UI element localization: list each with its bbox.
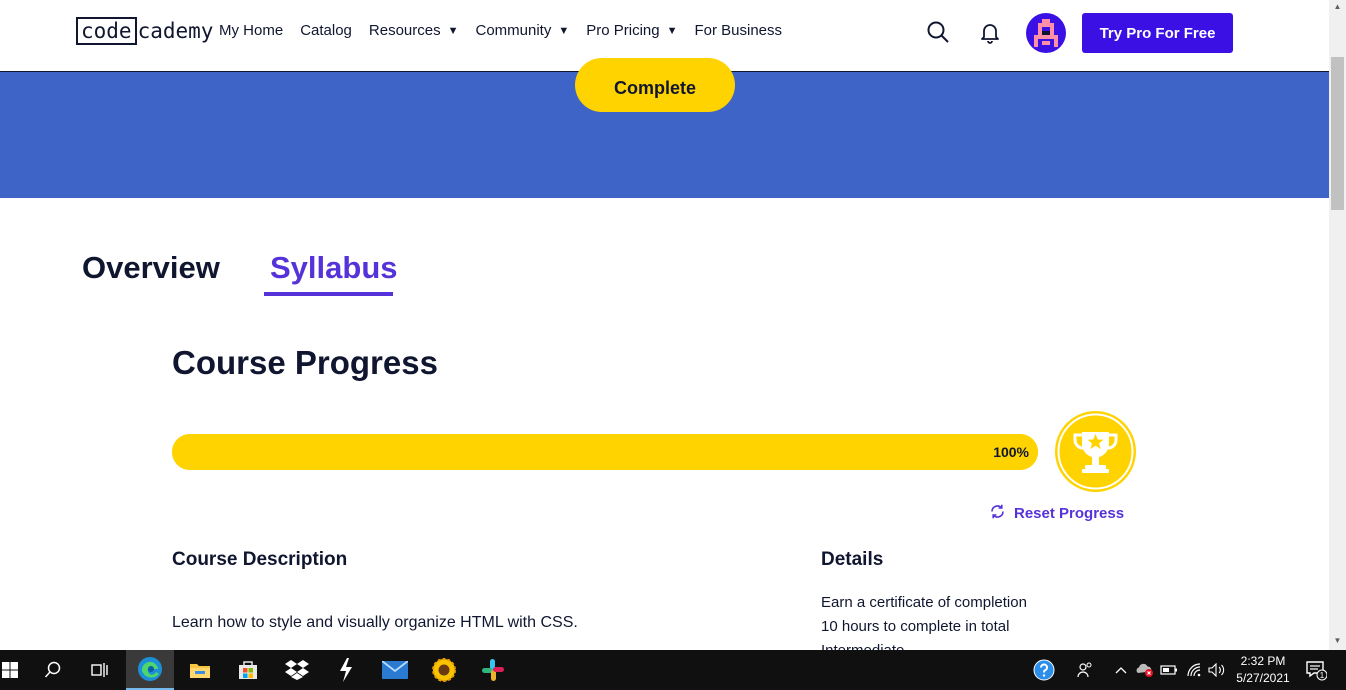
logo-text: cademy	[137, 19, 214, 43]
details-item: Earn a certificate of completion	[821, 594, 1027, 611]
taskbar-clock[interactable]: 2:32 PM 5/27/2021	[1227, 653, 1299, 687]
search-icon[interactable]	[926, 20, 950, 44]
lightning-app-icon[interactable]	[322, 650, 370, 690]
tab-syllabus[interactable]: Syllabus	[270, 250, 398, 286]
trophy-icon	[1054, 410, 1137, 493]
action-center-icon[interactable]: 1	[1301, 650, 1331, 690]
logo-code-box: code	[76, 17, 137, 45]
edge-browser-icon[interactable]	[126, 650, 174, 690]
notification-count: 1	[1320, 671, 1325, 680]
complete-button[interactable]: Complete	[575, 58, 735, 112]
course-description-title: Course Description	[172, 549, 348, 570]
tab-overview[interactable]: Overview	[82, 250, 220, 286]
people-icon[interactable]	[1073, 650, 1097, 690]
nav-label: For Business	[694, 22, 783, 39]
chevron-up-icon[interactable]	[1112, 650, 1130, 690]
nav-community[interactable]: Community ▼	[475, 22, 569, 39]
progress-percent: 100%	[993, 444, 1029, 460]
mail-icon[interactable]	[371, 650, 419, 690]
nav-label: Catalog	[300, 22, 352, 39]
nav-resources[interactable]: Resources ▼	[369, 22, 459, 39]
nav-label: Community	[475, 22, 552, 39]
volume-icon[interactable]	[1207, 650, 1227, 690]
taskbar-search-icon[interactable]	[29, 650, 77, 690]
course-progress-title: Course Progress	[172, 344, 438, 381]
details-item: 10 hours to complete in total	[821, 618, 1010, 635]
nav-pro-pricing[interactable]: Pro Pricing ▼	[586, 22, 677, 39]
caret-down-icon: ▼	[447, 24, 459, 37]
scroll-thumb[interactable]	[1331, 57, 1344, 210]
progress-bar: 100%	[172, 434, 1038, 470]
active-tab-indicator	[264, 292, 393, 296]
clock-date: 5/27/2021	[1236, 671, 1290, 685]
scroll-up-arrow-icon[interactable]: ▲	[1329, 0, 1346, 14]
scroll-down-arrow-icon[interactable]: ▼	[1329, 634, 1346, 648]
avatar[interactable]	[1026, 13, 1066, 53]
microsoft-store-icon[interactable]	[224, 650, 272, 690]
task-view-icon[interactable]	[76, 650, 124, 690]
dropbox-icon[interactable]	[273, 650, 321, 690]
battery-icon[interactable]	[1159, 650, 1179, 690]
main-nav: My Home Catalog Resources ▼ Community ▼ Pr…	[219, 22, 799, 39]
details-title: Details	[821, 549, 884, 570]
course-description-text: Learn how to style and visually organize…	[172, 614, 578, 631]
page-scrollbar[interactable]: ▲ ▼	[1329, 0, 1346, 650]
wifi-icon[interactable]	[1184, 650, 1204, 690]
nav-label: Pro Pricing	[586, 22, 660, 39]
progress-bar-fill	[172, 434, 1038, 470]
caret-down-icon: ▼	[666, 24, 678, 37]
bell-icon[interactable]	[978, 20, 1002, 44]
sunflower-app-icon[interactable]	[420, 650, 468, 690]
reset-progress-link[interactable]: Reset Progress	[989, 503, 1124, 524]
codecademy-logo[interactable]: code cademy	[76, 17, 213, 45]
slack-icon[interactable]	[469, 650, 517, 690]
nav-label: My Home	[219, 22, 284, 39]
nav-catalog[interactable]: Catalog	[300, 22, 352, 39]
onedrive-error-icon[interactable]	[1134, 650, 1156, 690]
caret-down-icon: ▼	[558, 24, 570, 37]
help-icon[interactable]	[1031, 650, 1057, 690]
clock-time: 2:32 PM	[1240, 654, 1286, 668]
nav-label: Resources	[368, 22, 441, 39]
nav-for-business[interactable]: For Business	[694, 22, 782, 39]
refresh-icon	[989, 503, 1006, 524]
file-explorer-icon[interactable]	[176, 650, 224, 690]
try-pro-button[interactable]: Try Pro For Free	[1082, 13, 1233, 53]
nav-my-home[interactable]: My Home	[219, 22, 283, 39]
reset-progress-label: Reset Progress	[1014, 505, 1125, 522]
windows-taskbar: 2:32 PM 5/27/2021 1	[0, 650, 1346, 690]
